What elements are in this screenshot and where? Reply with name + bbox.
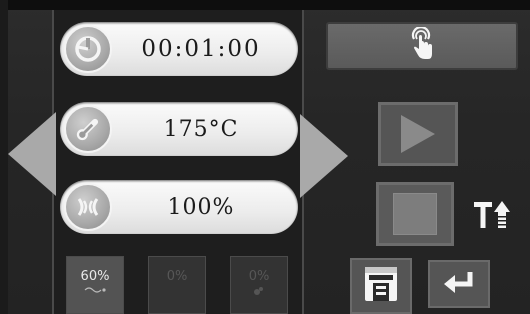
stop-button[interactable] <box>376 182 454 246</box>
previous-arrow-button[interactable] <box>8 112 56 196</box>
temperature-field[interactable]: 175°C <box>60 102 298 156</box>
fan-speed-value: 100% <box>167 194 235 220</box>
thermometer-icon <box>64 105 112 153</box>
back-button[interactable] <box>428 260 490 308</box>
fan-speed-field[interactable]: 100% <box>60 180 298 234</box>
timer-icon <box>64 25 112 73</box>
play-icon <box>401 115 435 153</box>
oven-control-screen: 00:01:00 175°C 100% 60% 0% 0% <box>0 0 530 314</box>
fan-airflow-icon <box>64 183 112 231</box>
timer-field[interactable]: 00:01:00 <box>60 22 298 76</box>
humidity-level-value: 0% <box>166 269 188 284</box>
touch-hand-icon <box>408 26 436 65</box>
start-button[interactable] <box>378 102 458 166</box>
touch-mode-button[interactable] <box>326 22 518 70</box>
fan-level-tile[interactable]: 60% <box>66 256 124 314</box>
stop-icon <box>393 193 437 235</box>
top-bezel <box>0 0 530 10</box>
return-arrow-icon <box>442 270 476 298</box>
timer-value: 00:01:00 <box>141 36 261 62</box>
fan-level-value: 60% <box>80 269 110 284</box>
temperature-value: 175°C <box>163 116 239 142</box>
next-arrow-button[interactable] <box>300 114 348 198</box>
steam-level-value: 0% <box>248 269 270 284</box>
steam-icon <box>252 286 266 299</box>
humidity-level-tile[interactable]: 0% <box>148 256 206 314</box>
text-size-icon[interactable] <box>472 196 512 234</box>
save-floppy-icon <box>364 266 398 306</box>
left-bezel <box>0 0 8 314</box>
save-button[interactable] <box>350 258 412 314</box>
steam-level-tile[interactable]: 0% <box>230 256 288 314</box>
fan-sub-icon <box>83 286 107 297</box>
